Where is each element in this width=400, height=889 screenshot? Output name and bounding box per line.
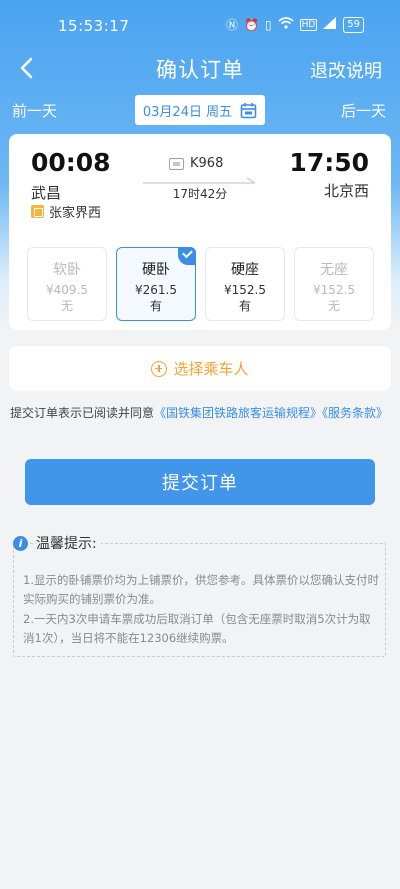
seat-availability: 有 [149,299,162,313]
via-station: 张家界西 [31,202,101,221]
tip-line-2: 2.一天内3次申请车票成功后取消订单（包含无座票时取消5次计为取消1次），当日将… [23,612,371,645]
seat-price: ¥261.5 [135,283,177,297]
seat-option-hard-sleeper[interactable]: 硬卧 ¥261.5 有 [116,247,196,321]
hd-icon: HD [299,18,318,31]
departure-time: 00:08 [31,148,111,177]
agreement-text: 提交订单表示已阅读并同意《国铁集团铁路旅客运输规程》《服务条款》 [10,404,390,423]
terms-link[interactable]: 《服务条款》 [322,406,388,420]
seat-availability: 无 [60,299,73,313]
status-time: 15:53:17 [58,17,130,35]
tip-line-1: 1.显示的卧铺票价均为上铺票价，供您参考。具体票价以您确认支付时实际购买的铺别票… [23,573,379,606]
prev-day-button[interactable]: 前一天 [12,100,57,121]
nfc-icon: Ⓝ [225,18,238,32]
seat-name: 软卧 [53,262,81,278]
wifi-icon [278,17,294,32]
seat-availability: 有 [238,299,251,313]
next-day-button[interactable]: 后一天 [341,100,386,121]
seat-option-no-seat[interactable]: 无座 ¥152.5 无 [294,247,374,321]
info-icon: i [13,535,28,551]
seat-option-hard-seat[interactable]: 硬座 ¥152.5 有 [205,247,285,321]
status-bar: 15:53:17 Ⓝ ⏰ ▯ HD 59 [0,0,400,50]
tips-box: 1.显示的卧铺票价均为上铺票价，供您参考。具体票价以您确认支付时实际购买的铺别票… [13,543,386,657]
agreement-prefix: 提交订单表示已阅读并同意 [10,406,155,420]
signal-icon [323,17,337,32]
seat-name: 无座 [320,262,348,278]
calendar-icon [240,102,257,118]
tips-header: i 温馨提示: [13,533,101,553]
rules-link[interactable]: 《国铁集团铁路旅客运输规程》 [154,406,322,420]
nav-bar: 确认订单 退改说明 [0,50,400,90]
seat-price: ¥409.5 [46,283,88,297]
arrival-time: 17:50 [289,148,369,177]
date-picker[interactable]: 03月24日 周五 [135,95,265,125]
seat-availability: 无 [327,299,340,313]
train-number[interactable]: K968 [169,156,223,171]
seat-options: 软卧 ¥409.5 无 硬卧 ¥261.5 有 硬座 ¥152.5 有 无座 ¥… [27,247,375,321]
seat-price: ¥152.5 [224,283,266,297]
alarm-icon: ⏰ [244,17,259,32]
check-icon [178,247,196,265]
train-image-icon [169,157,184,170]
seat-price: ¥152.5 [313,283,355,297]
train-card: 00:08 17:50 武昌 北京西 张家界西 K968 17时42分 软卧 ¥… [9,134,391,330]
select-passenger-button[interactable]: 选择乘车人 [9,346,391,391]
refund-policy-link[interactable]: 退改说明 [310,57,382,83]
via-station-label: 张家界西 [49,206,102,221]
seat-name: 硬座 [231,262,259,278]
battery-indicator: 59 [343,16,364,33]
tips-title: 温馨提示: [36,533,101,553]
date-bar: 前一天 03月24日 周五 后一天 [0,94,400,128]
select-passenger-label: 选择乘车人 [173,360,249,378]
vibrate-icon: ▯ [264,17,272,32]
submit-order-button[interactable]: 提交订单 [25,459,375,505]
date-text: 03月24日 周五 [142,104,233,120]
route-arrow-icon [143,177,256,184]
add-circle-icon [151,360,168,377]
status-icons: Ⓝ ⏰ ▯ HD 59 [226,16,364,33]
seat-option-soft-sleeper[interactable]: 软卧 ¥409.5 无 [27,247,107,321]
trip-duration: 17时42分 [172,187,228,201]
train-number-label: K968 [190,156,224,171]
via-tag-icon [31,205,44,218]
